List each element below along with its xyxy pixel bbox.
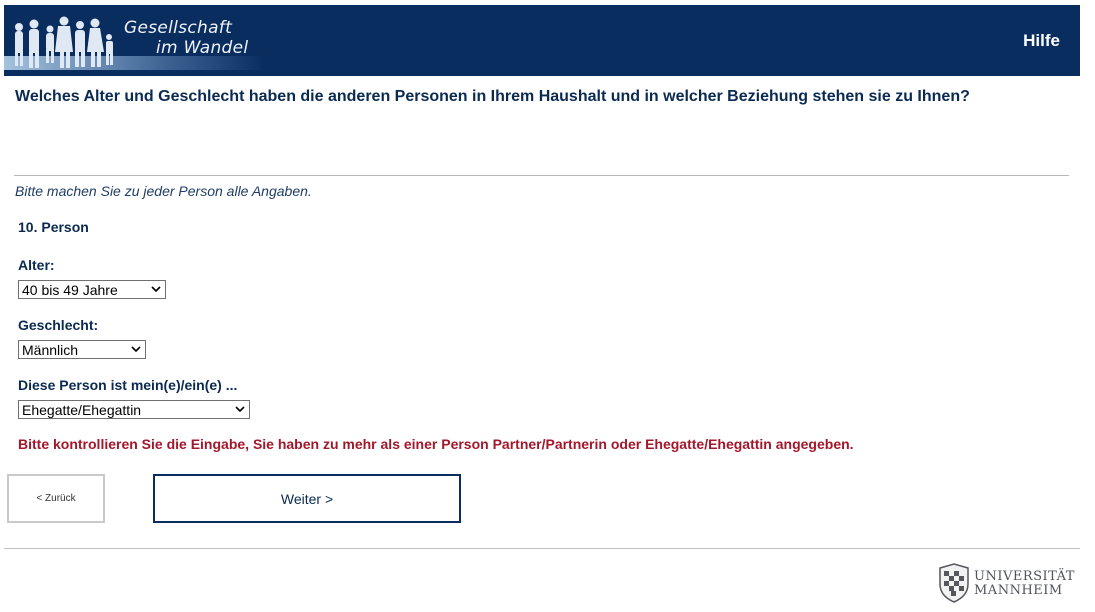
age-select-value: 40 bis 49 Jahre [22,282,118,298]
question-text: Welches Alter und Geschlecht haben die a… [15,88,970,105]
people-silhouettes-icon [15,16,113,68]
brand-logo: Gesellschaft im Wandel [4,5,264,76]
university-logo: UNIVERSITÄT MANNHEIM [936,562,1086,604]
relation-select-value: Ehegatte/Ehegattin [22,402,142,418]
header-banner: Gesellschaft im Wandel Hilfe [4,5,1080,76]
age-label: Alter: [18,257,55,273]
instruction-text: Bitte machen Sie zu jeder Person alle An… [15,183,312,199]
divider [14,175,1069,176]
university-name: UNIVERSITÄT MANNHEIM [974,570,1075,598]
gender-label: Geschlecht: [18,317,99,333]
university-name-line1: UNIVERSITÄT [974,569,1075,584]
university-name-line2: MANNHEIM [974,583,1063,598]
gender-select-value: Männlich [22,342,79,358]
relation-select[interactable]: Ehegatte/Ehegattin [18,400,250,419]
back-button[interactable]: < Zurück [7,474,105,523]
university-crest-icon [939,563,969,603]
brand-title-line1: Gesellschaft [124,18,233,38]
gender-select[interactable]: Männlich [18,340,146,359]
next-button[interactable]: Weiter > [153,474,461,523]
age-select[interactable]: 40 bis 49 Jahre [18,280,166,299]
validation-error: Bitte kontrollieren Sie die Eingabe, Sie… [18,436,854,452]
person-title: 10. Person [18,219,89,235]
chevron-down-icon [235,406,245,413]
help-link[interactable]: Hilfe [1023,31,1060,51]
chevron-down-icon [131,346,141,353]
relation-label: Diese Person ist mein(e)/ein(e) ... [18,377,238,393]
brand-title-line2: im Wandel [156,38,249,58]
chevron-down-icon [151,286,161,293]
footer-divider [4,548,1080,549]
